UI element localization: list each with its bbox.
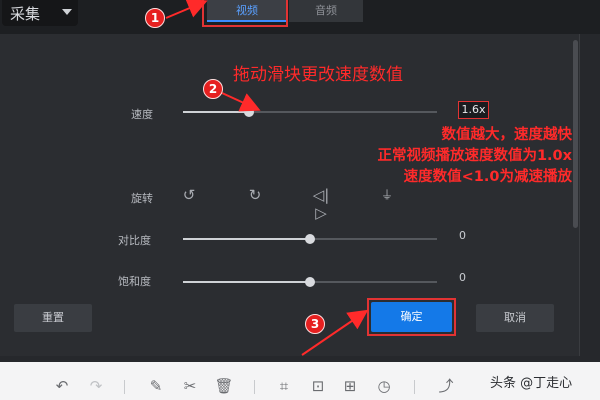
- step-badge-1: 1: [145, 8, 165, 28]
- drag-hint: 拖动滑块更改速度数值: [233, 65, 403, 85]
- note-line-1: 数值越大，速度越快: [441, 127, 573, 143]
- arrow-to-slider: [221, 92, 261, 112]
- note-line-3: 速度数值<1.0为减速播放: [403, 169, 572, 185]
- note-line-2: 正常视频播放速度数值为1.0x: [377, 148, 572, 164]
- step-badge-2: 2: [203, 79, 223, 99]
- arrow-to-tab: [165, 0, 208, 19]
- step-badge-3: 3: [305, 314, 325, 334]
